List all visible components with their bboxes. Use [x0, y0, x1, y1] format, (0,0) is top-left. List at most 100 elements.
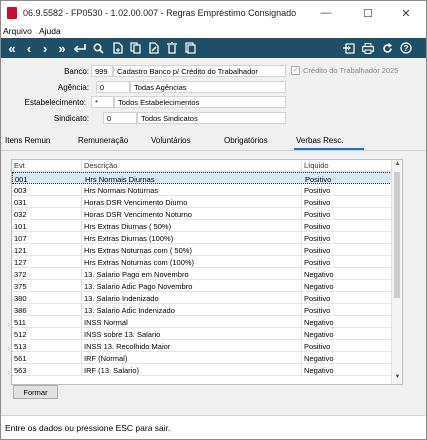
export-icon[interactable] [340, 38, 358, 58]
table-row[interactable]: 513 INSS 13. Recolhido Maior Positivo [12, 340, 392, 352]
tab-verbas-resc[interactable]: Verbas Resc. [294, 136, 364, 150]
cell-evt: 121 [14, 245, 27, 255]
cell-liquido: Negativo [304, 365, 334, 375]
table-row[interactable]: 031 Horas DSR Vencimento Diurno Positivo [12, 196, 392, 208]
cell-liquido: Negativo [304, 317, 334, 327]
scroll-up-icon[interactable]: ▲ [393, 161, 402, 170]
edit-icon[interactable] [145, 38, 163, 58]
minimize-button[interactable]: — [306, 1, 346, 25]
table-row[interactable]: 127 Hrs Extras Noturnas com (100%) Positiv… [12, 256, 392, 268]
new-icon[interactable] [109, 38, 127, 58]
save-icon[interactable] [181, 38, 199, 58]
toolbar: « ‹ › » ? [1, 38, 426, 58]
title-bar: 06.9.5582 - FP0530 - 1.02.00.007 - Regra… [1, 1, 426, 25]
svg-text:?: ? [404, 44, 409, 53]
cell-evt: 107 [14, 233, 27, 243]
cell-liquido: Negativo [304, 353, 334, 363]
cell-liquido: Positivo [304, 257, 331, 267]
table-row[interactable]: 380 13. Salario Indenizado Positivo [12, 292, 392, 304]
formar-button[interactable]: Formar [13, 385, 58, 399]
window-title: 06.9.5582 - FP0530 - 1.02.00.007 - Regra… [23, 8, 297, 18]
scroll-thumb[interactable] [394, 172, 400, 298]
table-row[interactable]: 512 INSS sobre 13. Salario Negativo [12, 328, 392, 340]
cell-evt: 563 [14, 365, 27, 375]
estabelecimento-name-field: Todos Estabelecimentos [114, 96, 286, 108]
copy-icon[interactable] [127, 38, 145, 58]
cell-evt: 386 [14, 305, 27, 315]
cell-liquido: Positivo [304, 233, 331, 243]
cell-evt: 561 [14, 353, 27, 363]
status-bar: Entre os dados ou pressione ESC para sai… [1, 415, 426, 439]
banco-name-field: Cadastro Banco p/ Crédito do Trabalhador [113, 65, 286, 77]
cell-descricao: 13. Salario Pago em Novembro [84, 269, 189, 279]
cell-evt: 375 [14, 281, 27, 291]
cell-evt: 511 [14, 317, 26, 327]
agencia-code-field[interactable]: 0 [96, 81, 130, 93]
refresh-icon[interactable] [378, 38, 396, 58]
cell-evt: 001 [15, 174, 28, 184]
table-row[interactable]: 372 13. Salario Pago em Novembro Negativo [12, 268, 392, 280]
tab-remuneracao[interactable]: Remuneração [78, 136, 128, 150]
cell-descricao: Hrs Normais Noturnas [84, 185, 159, 195]
header-descricao[interactable]: Descrição [84, 161, 117, 170]
cell-evt: 513 [14, 341, 27, 351]
verbas-grid[interactable]: Evt Descrição Líquido 001 Hrs Normais Diu… [11, 159, 403, 385]
table-row[interactable]: 561 IRF (Normal) Negativo [12, 352, 392, 364]
sindicato-name-field: Todos Sindicatos [137, 112, 286, 124]
cell-evt: 380 [14, 293, 27, 303]
app-window: 06.9.5582 - FP0530 - 1.02.00.007 - Regra… [0, 0, 427, 440]
cell-descricao: INSS 13. Recolhido Maior [84, 341, 171, 351]
menu-arquivo[interactable]: Arquivo [3, 26, 32, 36]
tab-voluntarios[interactable]: Voluntários [151, 136, 191, 150]
table-row[interactable]: 386 13. Salario Adic Indenizado Positivo [12, 304, 392, 316]
cell-descricao: Hrs Extras Noturnas com ( 50%) [84, 245, 192, 255]
scroll-down-icon[interactable]: ▼ [393, 374, 402, 383]
banco-code-field[interactable]: 999 [91, 65, 113, 77]
cell-liquido: Positivo [304, 185, 331, 195]
header-evt[interactable]: Evt [14, 161, 25, 170]
agencia-name-field: Todas Agências [130, 81, 286, 93]
table-row[interactable]: 563 IRF (13. Salario) Negativo [12, 364, 392, 376]
previous-icon[interactable]: ‹ [21, 38, 37, 58]
close-button[interactable]: ✕ [386, 1, 426, 25]
tab-obrigatorios[interactable]: Obrigatórios [224, 136, 268, 150]
filter-form: Banco: 999 Cadastro Banco p/ Crédito do … [1, 58, 426, 126]
tab-itens-remun[interactable]: Itens Remun [5, 136, 50, 150]
help-icon[interactable]: ? [397, 38, 415, 58]
vertical-scrollbar[interactable]: ▲ ▼ [391, 160, 402, 384]
header-liquido[interactable]: Líquido [304, 161, 329, 170]
cell-liquido: Negativo [304, 329, 334, 339]
agencia-label: Agência: [57, 83, 89, 92]
table-row[interactable]: 107 Hrs Extras Diurnas (100%) Positivo [12, 232, 392, 244]
next-icon[interactable]: › [37, 38, 53, 58]
cell-descricao: IRF (Normal) [84, 353, 128, 363]
table-row[interactable]: 032 Horas DSR Vencimento Noturno Positivo [12, 208, 392, 220]
maximize-button[interactable]: ☐ [348, 1, 388, 25]
cell-evt: 372 [14, 269, 27, 279]
table-row[interactable]: 511 INSS Normal Negativo [12, 316, 392, 328]
return-icon[interactable] [71, 38, 89, 58]
cell-descricao: 13. Salario Adic Pago Novembro [84, 281, 193, 291]
search-icon[interactable] [89, 38, 107, 58]
table-row[interactable]: 375 13. Salario Adic Pago Novembro Negativ… [12, 280, 392, 292]
cell-evt: 003 [14, 185, 27, 195]
cell-evt: 032 [14, 209, 27, 219]
cell-liquido: Positivo [304, 197, 331, 207]
table-row[interactable]: 121 Hrs Extras Noturnas com ( 50%) Positiv… [12, 244, 392, 256]
table-row[interactable]: 001 Hrs Normais Diurnas Positivo [12, 172, 392, 184]
estabelecimento-code-field[interactable]: * [91, 96, 114, 108]
grid-body: 001 Hrs Normais Diurnas Positivo 003 Hrs Nor… [12, 172, 392, 376]
first-icon[interactable]: « [3, 38, 21, 58]
cell-liquido: Positivo [304, 245, 331, 255]
cell-evt: 031 [14, 197, 27, 207]
delete-icon[interactable] [163, 38, 181, 58]
cell-descricao: INSS Normal [84, 317, 128, 327]
print-icon[interactable] [359, 38, 377, 58]
sindicato-code-field[interactable]: 0 [103, 112, 137, 124]
cell-liquido: Positivo [304, 221, 331, 231]
table-row[interactable]: 003 Hrs Normais Noturnas Positivo [12, 184, 392, 196]
last-icon[interactable]: » [53, 38, 71, 58]
menu-ajuda[interactable]: Ajuda [39, 26, 61, 36]
credito-checkbox[interactable]: ✓ Crédito do Trabalhador 2025 [291, 66, 398, 75]
table-row[interactable]: 101 Hrs Extras Diurnas ( 50%) Positivo [12, 220, 392, 232]
